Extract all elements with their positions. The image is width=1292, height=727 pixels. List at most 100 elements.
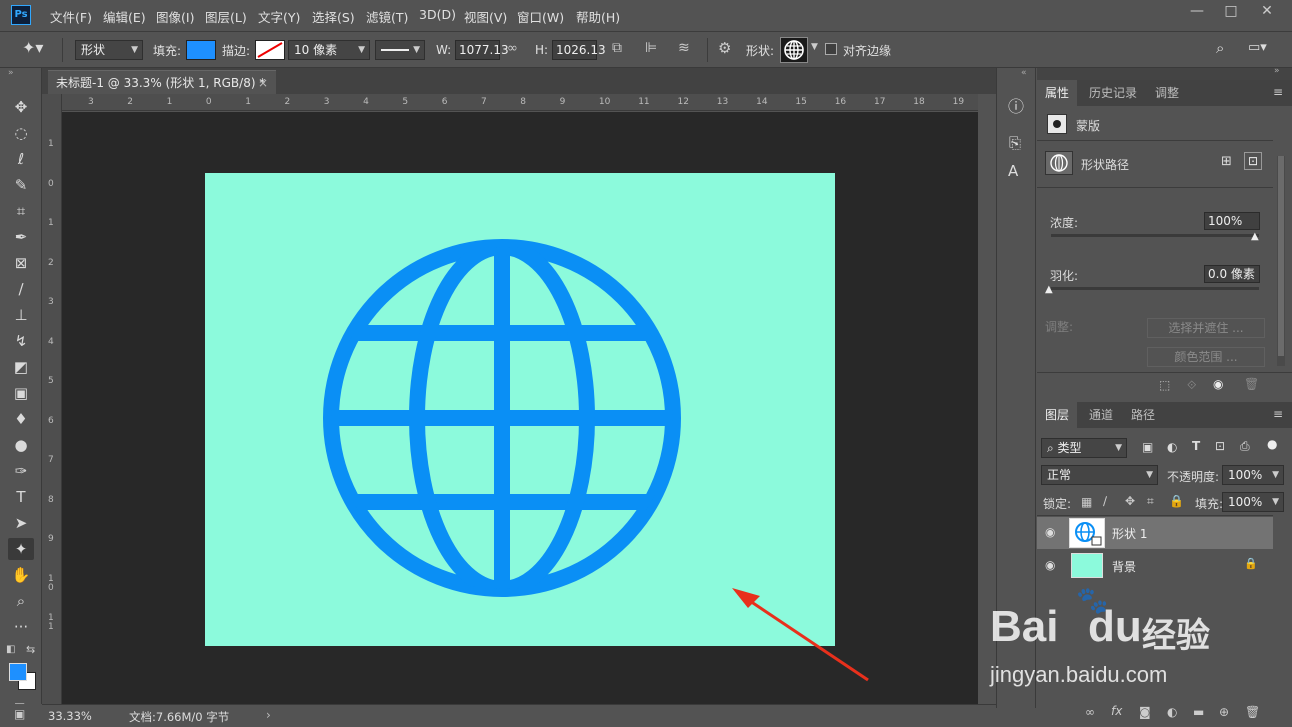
feather-input[interactable]: 0.0 像素 (1204, 265, 1260, 283)
pen-tool-icon[interactable]: ✑ (8, 460, 34, 482)
workspace-icon[interactable]: ▭▾ (1248, 40, 1267, 55)
layer-name[interactable]: 形状 1 (1112, 525, 1147, 542)
menu-window[interactable]: 窗口(W) (517, 7, 564, 26)
minimize-button[interactable]: — (1180, 0, 1214, 22)
lock-artboard-icon[interactable]: ⌗ (1147, 494, 1154, 509)
add-mask-icon[interactable]: ◙ (1139, 705, 1151, 719)
add-mask-icon[interactable]: ⊞ (1221, 154, 1232, 169)
eye-icon[interactable]: ◉ (1045, 558, 1055, 572)
eraser-tool-icon[interactable]: ◩ (8, 356, 34, 378)
menu-type[interactable]: 文字(Y) (258, 7, 300, 26)
height-input[interactable]: 1026.13 (552, 40, 606, 60)
menu-view[interactable]: 视图(V) (464, 7, 507, 26)
status-menu-icon[interactable]: › (266, 708, 271, 722)
eyedropper-tool-icon[interactable]: ✒ (8, 226, 34, 248)
collapse-icon[interactable]: » (8, 68, 14, 78)
quick-mask-icon[interactable]: ▣ (14, 707, 25, 721)
character-icon[interactable]: A (1008, 162, 1018, 180)
custom-shape-tool-icon[interactable]: ✦ (8, 538, 34, 560)
lock-transparent-icon[interactable]: ▦ (1081, 495, 1092, 509)
new-layer-icon[interactable]: ⊕ (1219, 705, 1229, 719)
brush-settings-icon[interactable]: ⎘ (1009, 134, 1021, 152)
tab-history[interactable]: 历史记录 (1081, 80, 1145, 106)
menu-help[interactable]: 帮助(H) (576, 7, 620, 26)
hand-tool-icon[interactable]: ✋ (8, 564, 34, 586)
folder-icon[interactable]: ▬ (1193, 705, 1204, 719)
smart-object-filter-icon[interactable]: ⎙ (1240, 439, 1250, 454)
more-tools-icon[interactable]: ··· (8, 616, 34, 638)
scrollbar[interactable] (1277, 156, 1285, 366)
custom-shape-tool-icon[interactable]: ✦▾ (22, 38, 43, 57)
dodge-tool-icon[interactable]: ● (8, 434, 34, 456)
layer-row[interactable]: ◉ 背景 🔒 (1037, 550, 1273, 582)
tab-adjustments[interactable]: 调整 (1147, 80, 1187, 106)
tab-layers[interactable]: 图层 (1037, 402, 1078, 428)
apply-mask-icon[interactable]: ⟐ (1187, 378, 1196, 393)
stroke-color-swatch[interactable] (255, 40, 285, 60)
panel-menu-icon[interactable]: ≡ (1273, 85, 1283, 99)
menu-image[interactable]: 图像(I) (156, 7, 194, 26)
swap-colors-icon[interactable]: ⇆ (26, 643, 35, 656)
lasso-tool-icon[interactable]: ℓ (8, 148, 34, 170)
lock-pixels-icon[interactable]: ∕ (1103, 494, 1107, 508)
foreground-color-swatch[interactable] (9, 663, 27, 681)
collapse-icon[interactable]: » (1274, 66, 1280, 76)
crop-tool-icon[interactable]: ⌗ (8, 200, 34, 222)
globe-shape[interactable] (205, 173, 835, 646)
stroke-width-select[interactable]: 10 像素 ▼ (288, 40, 370, 60)
tool-mode-select[interactable]: 形状 ▼ (75, 40, 143, 60)
color-range-button[interactable]: 颜色范围 ... (1147, 347, 1265, 367)
density-input[interactable]: 100% (1204, 212, 1260, 230)
document-canvas[interactable] (205, 173, 835, 646)
filter-toggle-icon[interactable]: ● (1267, 437, 1277, 451)
select-and-mask-button[interactable]: 选择并遮住 ... (1147, 318, 1265, 338)
menu-edit[interactable]: 编辑(E) (103, 7, 146, 26)
stroke-type-select[interactable]: ▼ (375, 40, 425, 60)
chevron-down-icon[interactable]: ▼ (811, 42, 818, 52)
gear-icon[interactable]: ⚙ (718, 39, 731, 57)
menu-3d[interactable]: 3D(D) (419, 7, 456, 22)
blur-tool-icon[interactable]: ♦ (8, 408, 34, 430)
close-tab-icon[interactable]: × (258, 71, 268, 95)
pixel-filter-icon[interactable]: ▣ (1142, 440, 1153, 454)
fx-icon[interactable]: fx (1111, 704, 1122, 718)
trash-icon[interactable]: 🗑 (1244, 377, 1259, 391)
brush-tool-icon[interactable]: ∕ (8, 278, 34, 300)
panel-menu-icon[interactable]: ≡ (1273, 407, 1283, 421)
gradient-tool-icon[interactable]: ▣ (8, 382, 34, 404)
search-icon[interactable]: ⌕ (1216, 39, 1224, 57)
eye-icon[interactable]: ◉ (1045, 525, 1055, 539)
collapse-icon[interactable]: « (1021, 68, 1027, 78)
scrollbar-thumb[interactable] (1278, 156, 1284, 356)
eye-icon[interactable]: ◉ (1213, 377, 1223, 391)
fill-color-swatch[interactable] (186, 40, 216, 60)
width-input[interactable]: 1077.13 (455, 40, 509, 60)
marquee-tool-icon[interactable]: ◌ (8, 122, 34, 144)
path-select-tool-icon[interactable]: ➤ (8, 512, 34, 534)
layer-filter-select[interactable]: ⌕ 类型 ▼ (1041, 438, 1127, 458)
zoom-tool-icon[interactable]: ⌕ (8, 590, 34, 612)
slider-handle-icon[interactable]: ▲ (1045, 284, 1053, 295)
density-slider[interactable] (1051, 234, 1259, 237)
lock-position-icon[interactable]: ✥ (1125, 494, 1135, 508)
adjustment-layer-icon[interactable]: ◐ (1167, 705, 1177, 719)
shape-path-thumb[interactable] (1045, 151, 1073, 175)
tab-properties[interactable]: 属性 (1037, 80, 1078, 106)
layer-name[interactable]: 背景 (1112, 558, 1136, 575)
zoom-level[interactable]: 33.33% (48, 709, 92, 723)
healing-brush-tool-icon[interactable]: ⊠ (8, 252, 34, 274)
tab-paths[interactable]: 路径 (1123, 402, 1163, 428)
feather-slider[interactable] (1051, 287, 1259, 290)
link-layers-icon[interactable]: ∞ (1085, 705, 1095, 719)
shape-picker[interactable] (780, 37, 808, 63)
layer-row[interactable]: ◉ 形状 1 (1037, 517, 1273, 549)
vector-mask-icon[interactable]: ⊡ (1244, 152, 1262, 170)
move-tool-icon[interactable]: ✥ (8, 96, 34, 118)
path-arrangement-icon[interactable]: ≋ (678, 40, 690, 56)
blend-mode-select[interactable]: 正常 ▼ (1041, 465, 1158, 485)
lock-all-icon[interactable]: 🔒 (1169, 494, 1184, 508)
align-edges-checkbox[interactable] (825, 43, 837, 55)
type-tool-icon[interactable]: T (8, 486, 34, 508)
maximize-button[interactable]: □ (1214, 0, 1248, 22)
info-icon[interactable]: ⓘ (1008, 93, 1024, 117)
